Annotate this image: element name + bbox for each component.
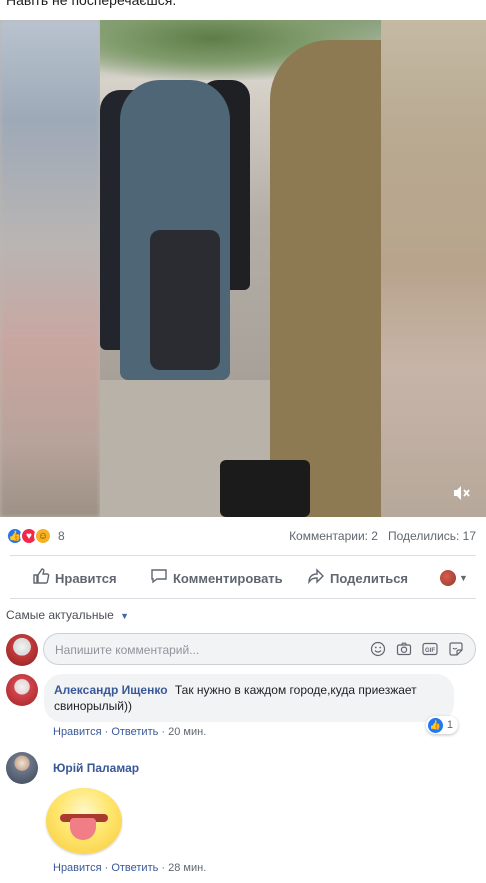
comment-bubble: Александр Ищенко Так нужно в каждом горо… [44,674,454,722]
reaction-count[interactable]: 8 [58,529,65,543]
video-player[interactable] [0,20,486,517]
comment-reaction-badge[interactable]: 👍 1 [425,716,458,734]
camera-icon[interactable] [396,641,412,660]
profile-avatar-small [440,570,456,586]
like-reaction-icon: 👍 [427,717,443,733]
composer-tools: GIF [370,641,464,660]
video-frame [100,20,381,517]
chevron-down-icon: ▼ [459,573,468,583]
comment-meta: Нравится · Ответить · 20 мин. [53,726,207,738]
svg-text:GIF: GIF [425,648,435,654]
comment-sort-dropdown[interactable]: Самые актуальные ▼ [6,608,129,622]
audience-selector[interactable]: ▼ [440,570,468,586]
video-blur-left [0,20,100,517]
comments-count[interactable]: Комментарии: 2 [289,529,378,543]
post-text: Навіть не посперечаєшся. [6,0,177,8]
avatar[interactable] [6,674,38,706]
video-blur-right [381,20,486,517]
comment-timestamp[interactable]: 28 мин. [168,862,206,874]
sticker-icon[interactable] [448,641,464,660]
comment-like-link[interactable]: Нравится [53,726,102,738]
post-actions: Нравится Комментировать Поделиться ▼ [0,563,486,593]
comment-author-link[interactable]: Александр Ищенко [54,683,168,697]
divider [10,598,476,599]
comment-timestamp[interactable]: 20 мин. [168,726,206,738]
comment-meta: Нравится · Ответить · 28 мин. [53,862,207,874]
avatar[interactable] [6,752,38,784]
thumbs-up-icon [32,567,50,590]
share-arrow-icon [307,567,325,590]
avatar[interactable] [6,634,38,666]
speaker-muted-icon[interactable] [450,483,472,505]
comment-author-link[interactable]: Юрій Паламар [53,761,139,775]
comment-reply-link[interactable]: Ответить [111,862,158,874]
chevron-down-icon: ▼ [120,611,130,621]
tongue-out-emoji-sticker [46,788,122,854]
comment-like-link[interactable]: Нравится [53,862,102,874]
reaction-summary[interactable]: 👍 ♥ ☺ 8 [6,527,65,545]
comment-button[interactable]: Комментировать [150,567,283,590]
gif-icon[interactable]: GIF [422,641,438,660]
haha-reaction-icon: ☺ [34,527,52,545]
comment-composer: Напишите комментарий... GIF [6,632,476,666]
share-button[interactable]: Поделиться [307,567,408,590]
shares-count[interactable]: Поделились: 17 [388,529,476,543]
comment-bubble-icon [150,567,168,590]
engagement-counts: Комментарии: 2 Поделились: 17 [289,529,476,543]
comment-like-count: 1 [446,719,453,731]
post-stats: 👍 ♥ ☺ 8 Комментарии: 2 Поделились: 17 [0,524,486,550]
divider [10,555,476,556]
like-button[interactable]: Нравится [32,567,117,590]
comment-reply-link[interactable]: Ответить [111,726,158,738]
emoji-icon[interactable] [370,641,386,660]
